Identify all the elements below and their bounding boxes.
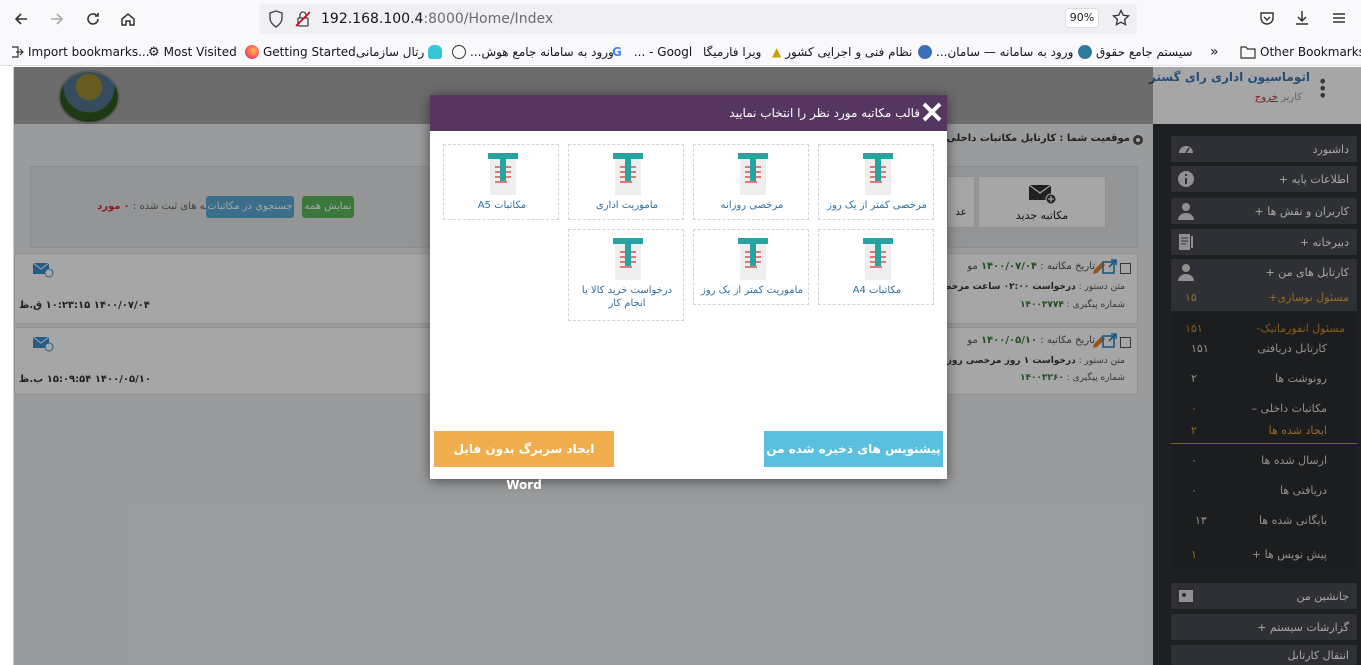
reload-button[interactable]: [80, 6, 106, 32]
document-template-icon: [738, 153, 768, 195]
import-icon: [12, 46, 24, 58]
url-text[interactable]: 192.168.100.4:8000/Home/Index: [321, 11, 553, 27]
home-icon: [121, 13, 135, 26]
globe-icon: [452, 45, 466, 59]
folder-icon: [1240, 46, 1256, 59]
document-template-icon: [863, 153, 893, 195]
bookmarks-overflow[interactable]: »: [1210, 44, 1219, 60]
star-bookmark-icon[interactable]: [1112, 9, 1130, 27]
triangle-logo-icon: ▲: [772, 45, 782, 59]
document-template-icon: [613, 153, 643, 195]
close-icon[interactable]: [921, 101, 943, 123]
salary-logo-icon: [1078, 45, 1092, 59]
template-tile[interactable]: ماموریت کمتر از یک روز: [693, 229, 809, 305]
template-tile[interactable]: مکاتبات A5: [443, 144, 559, 220]
bookmark-salary[interactable]: سیستم جامع حقوق: [1078, 44, 1193, 60]
google-icon: G: [612, 45, 622, 59]
template-tile[interactable]: ماموریت اداری: [568, 144, 684, 220]
template-tile[interactable]: مکاتبات A4: [818, 229, 934, 305]
bookmark-portal[interactable]: رتال سازمانی: [356, 44, 443, 60]
shield-icon[interactable]: [268, 10, 284, 28]
saman-logo-icon: [918, 45, 932, 59]
document-template-icon: [613, 238, 643, 280]
dialog-title: قالب مکاتبه مورد نظر را انتخاب نمایید: [729, 106, 920, 120]
bookmark-saman[interactable]: ورود به سامانه — سامان...: [918, 44, 1073, 60]
reload-icon: [87, 13, 99, 25]
back-arrow-icon: [14, 13, 27, 25]
insecure-lock-icon[interactable]: [295, 10, 311, 28]
forward-button[interactable]: [44, 6, 70, 32]
bookmark-nezam[interactable]: ▲ نظام فنی و اجرایی کشور: [772, 44, 912, 60]
document-template-icon: [488, 153, 518, 195]
gear-icon: ⚙: [148, 44, 160, 60]
bookmark-vira[interactable]: ویرا فارمیگا: [703, 44, 761, 60]
bookmark-getting-started[interactable]: Getting Started: [245, 44, 356, 60]
bookmark-intelligent[interactable]: ورود به سامانه جامع هوش...: [452, 44, 614, 60]
template-tile[interactable]: درخواست خرید کالا یا انجام کار: [568, 229, 684, 321]
create-without-word-button[interactable]: ایجاد سربرگ بدون فایل Word: [434, 431, 614, 492]
page-left-edge: [0, 67, 14, 665]
home-button[interactable]: [115, 6, 141, 32]
forward-arrow-icon: [51, 13, 64, 25]
saved-drafts-button[interactable]: پیشنویس های ذخیره شده من: [764, 431, 943, 467]
document-template-icon: [863, 238, 893, 280]
pocket-icon[interactable]: [1258, 9, 1276, 27]
document-template-icon: [738, 238, 768, 280]
sidebar-backdrop: [1153, 124, 1361, 665]
cloud-icon: [428, 45, 443, 59]
bookmark-other[interactable]: Other Bookmarks: [1240, 44, 1361, 60]
bookmark-most-visited[interactable]: ⚙ Most Visited: [148, 44, 237, 60]
bookmark-import[interactable]: Import bookmarks...: [10, 44, 150, 60]
downloads-icon[interactable]: [1293, 9, 1311, 27]
template-tile[interactable]: مرخصی روزانه: [693, 144, 809, 220]
back-button[interactable]: [8, 6, 34, 32]
template-tile[interactable]: مرخصی کمتر از یک روز: [818, 144, 934, 220]
chevron-double-right-icon: »: [1210, 44, 1219, 60]
bookmark-google[interactable]: G Googl - ...: [612, 44, 692, 60]
hamburger-menu-icon[interactable]: [1330, 9, 1348, 27]
firefox-icon: [245, 45, 259, 59]
zoom-level[interactable]: 90%: [1065, 8, 1099, 28]
